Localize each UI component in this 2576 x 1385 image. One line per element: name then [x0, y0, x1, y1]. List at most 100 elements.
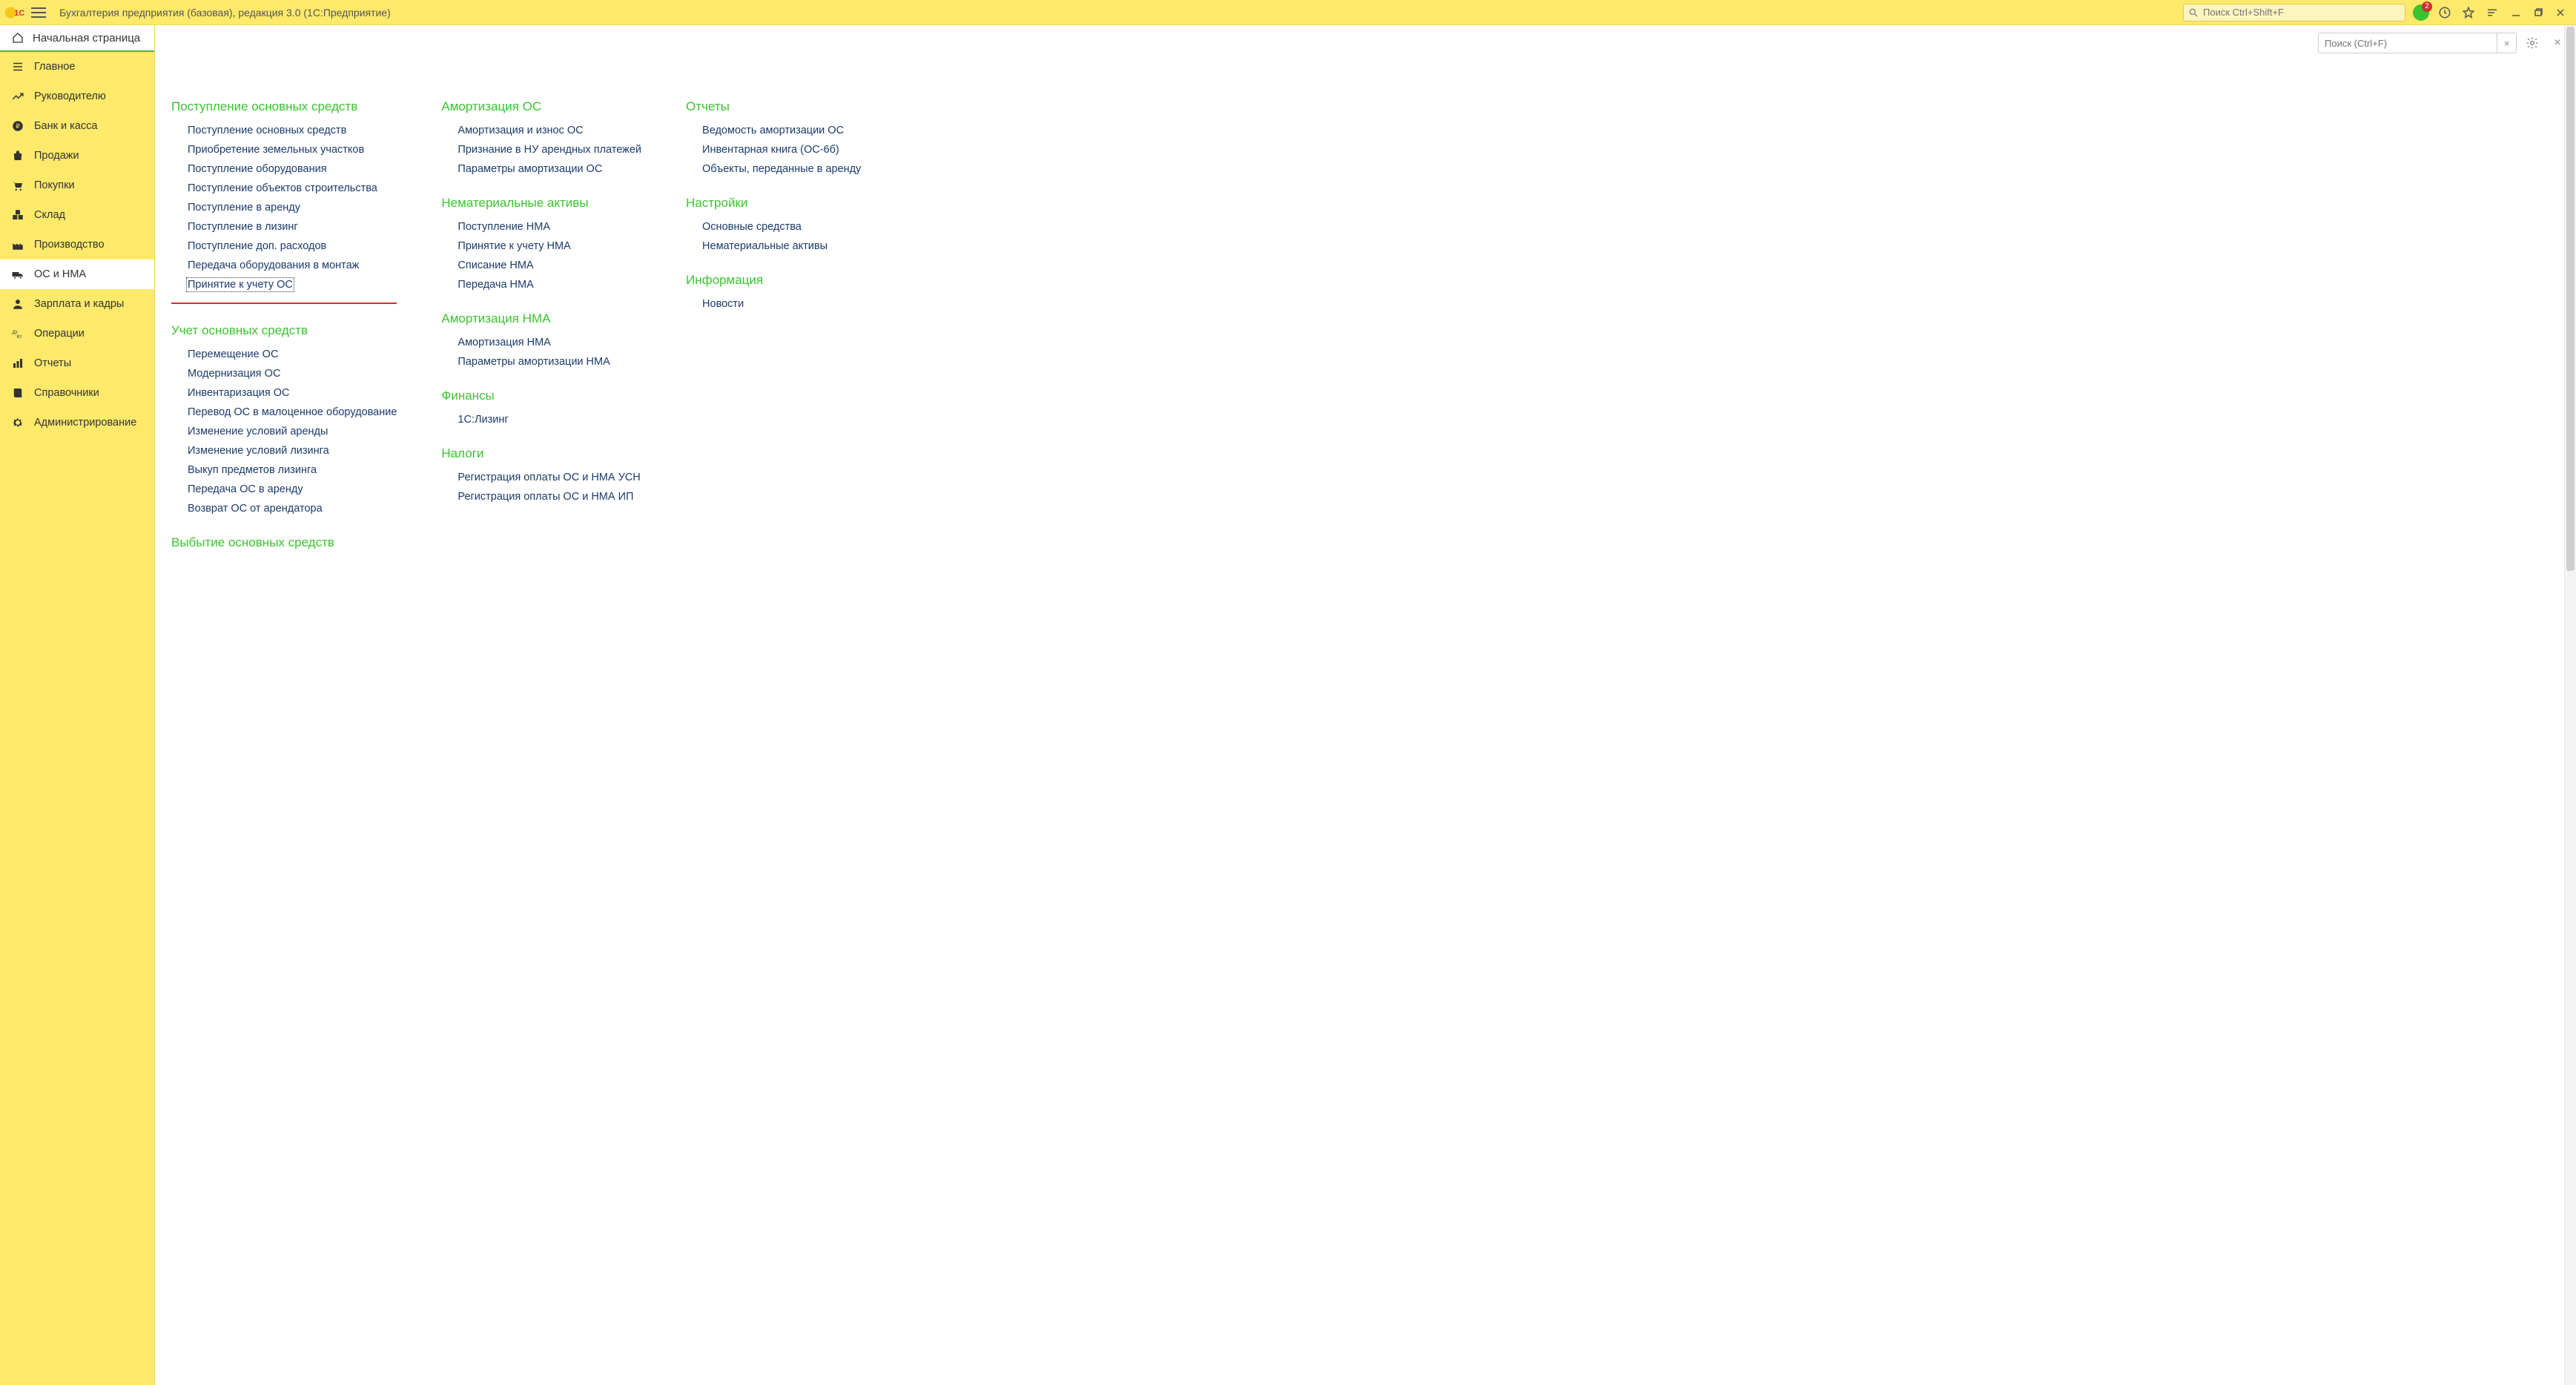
history-button[interactable]	[2437, 4, 2453, 21]
sidebar-item-6[interactable]: Производство	[0, 230, 154, 260]
link-item[interactable]: Объекты, переданные в аренду	[702, 163, 861, 175]
link-item[interactable]: Поступление в лизинг	[188, 221, 298, 233]
link-item[interactable]: Амортизация НМА	[458, 337, 550, 348]
link-item[interactable]: Поступление доп. расходов	[188, 240, 326, 252]
main-menu-icon[interactable]	[31, 4, 49, 22]
menu-icon	[10, 59, 25, 74]
link-item[interactable]: Изменение условий аренды	[188, 426, 328, 437]
link-item[interactable]: Поступление объектов строительства	[188, 182, 377, 194]
group-heading[interactable]: Амортизация НМА	[441, 311, 641, 326]
link-item[interactable]: Новости	[702, 298, 744, 310]
sidebar-item-0[interactable]: Главное	[0, 52, 154, 82]
vertical-scrollbar[interactable]	[2564, 25, 2576, 1385]
scrollbar-thumb[interactable]	[2566, 27, 2575, 571]
sidebar-item-12[interactable]: Администрирование	[0, 408, 154, 437]
group-heading[interactable]: Финансы	[441, 389, 641, 403]
link-item[interactable]: Поступление НМА	[458, 221, 550, 233]
ruble-icon: ₽	[10, 119, 25, 133]
global-search[interactable]	[2183, 4, 2405, 22]
restore-button[interactable]	[2527, 1, 2549, 24]
link-item[interactable]: Регистрация оплаты ОС и НМА ИП	[458, 491, 633, 503]
link-list: Новости	[686, 298, 861, 310]
link-item[interactable]: Возврат ОС от арендатора	[188, 503, 323, 515]
sidebar-item-8[interactable]: Зарплата и кадры	[0, 289, 154, 319]
minimize-button[interactable]	[2505, 1, 2527, 24]
window-controls	[2505, 1, 2572, 24]
link-item[interactable]: Приобретение земельных участков	[188, 144, 364, 156]
link-item[interactable]: Модернизация ОС	[188, 368, 280, 380]
sidebar-item-5[interactable]: Склад	[0, 200, 154, 230]
group-1-2: Амортизация НМА Амортизация НМА Параметры …	[441, 311, 641, 368]
bag-icon	[10, 148, 25, 163]
group-heading[interactable]: Информация	[686, 273, 861, 288]
group-heading[interactable]: Нематериальные активы	[441, 196, 641, 211]
link-item[interactable]: Изменение условий лизинга	[188, 445, 329, 457]
content-column-1: Амортизация ОС Амортизация и износ ОС Приз…	[441, 47, 641, 561]
content-scroll[interactable]: Поступление основных средств Поступление …	[155, 25, 2576, 1385]
link-item[interactable]: Признание в НУ арендных платежей	[458, 144, 641, 156]
global-search-input[interactable]	[2203, 7, 2400, 18]
link-item[interactable]: Поступление в аренду	[188, 202, 300, 214]
sidebar-item-3[interactable]: Продажи	[0, 141, 154, 171]
sidebar-item-11[interactable]: Справочники	[0, 378, 154, 408]
link-item[interactable]: Поступление оборудования	[188, 163, 327, 175]
favorites-button[interactable]	[2460, 4, 2477, 21]
svg-text:Кт: Кт	[17, 334, 22, 340]
close-window-button[interactable]	[2549, 1, 2572, 24]
sidebar-home[interactable]: Начальная страница	[0, 25, 154, 52]
group-heading[interactable]: Выбытие основных средств	[171, 535, 397, 550]
sidebar-item-label: Продажи	[34, 150, 79, 162]
sidebar-item-4[interactable]: Покупки	[0, 171, 154, 200]
sidebar-item-7[interactable]: ОС и НМА	[0, 260, 154, 289]
group-heading[interactable]: Настройки	[686, 196, 861, 211]
link-item[interactable]: Параметры амортизации ОС	[458, 163, 602, 175]
link-item[interactable]: Основные средства	[702, 221, 802, 233]
sidebar-item-label: Операции	[34, 328, 85, 340]
restore-icon	[2533, 7, 2543, 18]
link-item[interactable]: Инвентаризация ОС	[188, 387, 290, 399]
link-item[interactable]: Передача ОС в аренду	[188, 483, 303, 495]
sidebar-item-10[interactable]: Отчеты	[0, 348, 154, 378]
group-heading[interactable]: Налоги	[441, 446, 641, 461]
link-item[interactable]: Регистрация оплаты ОС и НМА УСН	[458, 472, 640, 483]
sidebar-item-label: Банк и касса	[34, 120, 97, 132]
sidebar-item-label: Производство	[34, 239, 105, 251]
sidebar-item-label: Отчеты	[34, 357, 71, 369]
link-item[interactable]: Принятие к учету НМА	[458, 240, 570, 252]
notifications-button[interactable]: 2	[2413, 4, 2429, 21]
link-item[interactable]: Перевод ОС в малоценное оборудование	[188, 406, 397, 418]
link-item[interactable]: 1С:Лизинг	[458, 414, 508, 426]
sidebar-item-label: Справочники	[34, 387, 99, 399]
sidebar-item-label: Главное	[34, 61, 75, 73]
sidebar-item-9[interactable]: ДтКтОперации	[0, 319, 154, 348]
sidebar-item-1[interactable]: Руководителю	[0, 82, 154, 111]
link-item[interactable]: Перемещение ОС	[188, 348, 278, 360]
group-heading[interactable]: Поступление основных средств	[171, 99, 397, 114]
link-item[interactable]: Ведомость амортизации ОС	[702, 125, 844, 136]
panel-menu-button[interactable]	[2484, 4, 2500, 21]
home-icon	[10, 30, 25, 45]
group-heading[interactable]: Отчеты	[686, 99, 861, 114]
svg-text:1С: 1С	[14, 9, 24, 18]
link-item[interactable]: Инвентарная книга (ОС-6б)	[702, 144, 839, 156]
link-item[interactable]: Списание НМА	[458, 260, 533, 271]
sidebar-item-2[interactable]: ₽ Банк и касса	[0, 111, 154, 141]
trend-icon	[10, 89, 25, 104]
sidebar-item-label: Зарплата и кадры	[34, 298, 124, 310]
link-item[interactable]: Параметры амортизации НМА	[458, 356, 610, 368]
group-heading[interactable]: Учет основных средств	[171, 323, 397, 338]
link-item[interactable]: Передача НМА	[458, 279, 533, 291]
content-column-2: Отчеты Ведомость амортизации ОС Инвентарна…	[686, 47, 861, 561]
link-item[interactable]: Поступление основных средств	[188, 125, 346, 136]
link-item[interactable]: Амортизация и износ ОС	[458, 125, 583, 136]
truck-icon	[10, 267, 25, 282]
link-item[interactable]: Принятие к учету ОС	[188, 279, 293, 291]
sidebar-item-label: Руководителю	[34, 90, 106, 102]
link-item[interactable]: Передача оборудования в монтаж	[188, 260, 359, 271]
group-0-0: Поступление основных средств Поступление …	[171, 99, 397, 304]
link-item[interactable]: Выкуп предметов лизинга	[188, 464, 317, 476]
group-heading[interactable]: Амортизация ОС	[441, 99, 641, 114]
link-item[interactable]: Нематериальные активы	[702, 240, 828, 252]
group-2-0: Отчеты Ведомость амортизации ОС Инвентарна…	[686, 99, 861, 175]
history-icon	[2438, 6, 2451, 19]
